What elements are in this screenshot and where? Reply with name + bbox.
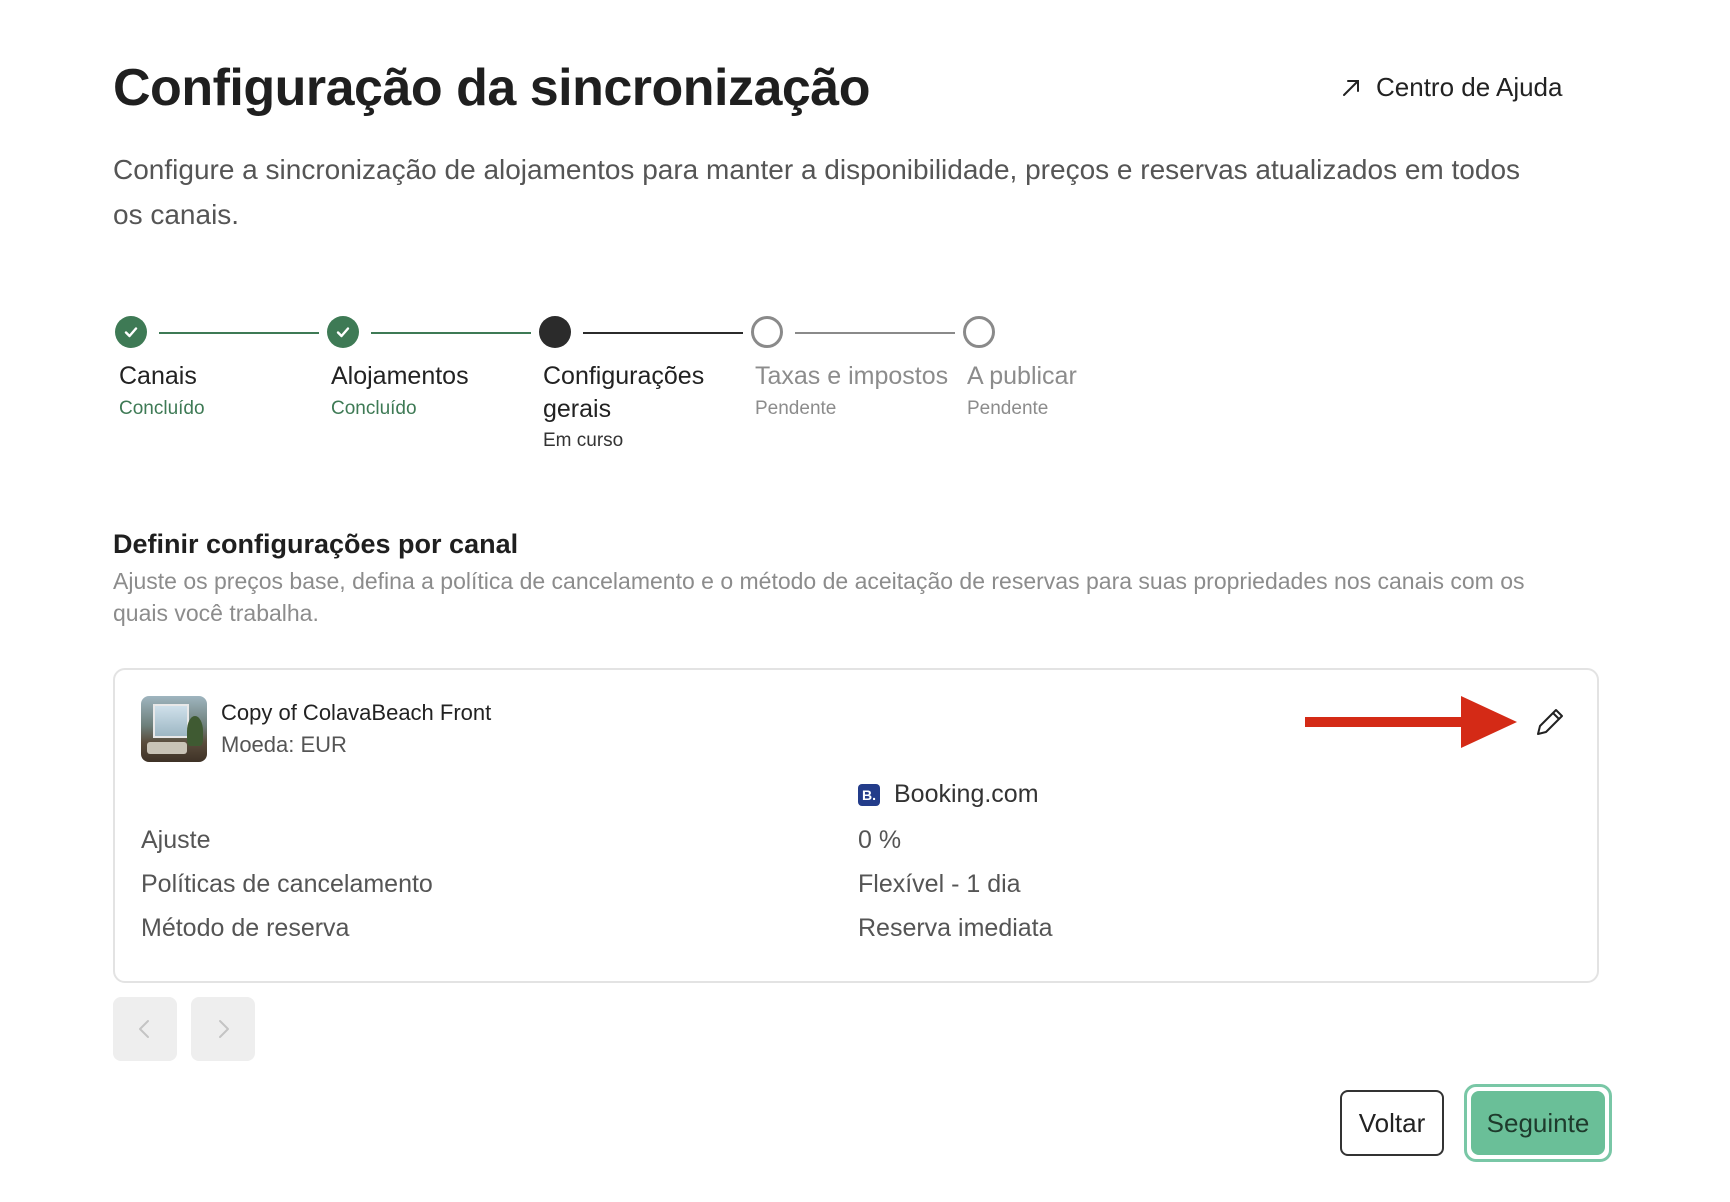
step-status: Em curso bbox=[543, 430, 624, 451]
next-button-focus-ring: Seguinte bbox=[1464, 1084, 1612, 1162]
step-connector bbox=[159, 332, 319, 334]
property-name: Copy of ColavaBeach Front bbox=[221, 700, 492, 725]
step-label: Configurações gerais bbox=[543, 362, 705, 423]
section-title: Definir configurações por canal bbox=[113, 529, 519, 559]
step-connector bbox=[583, 332, 743, 334]
step-status: Concluído bbox=[119, 398, 205, 419]
step-status: Pendente bbox=[967, 398, 1049, 419]
chevron-left-icon bbox=[139, 1020, 149, 1038]
channel-header: B. Booking.com bbox=[858, 780, 1039, 809]
row-value-ajuste: 0 % bbox=[858, 826, 902, 854]
step-status: Pendente bbox=[755, 398, 837, 419]
help-center-link[interactable]: Centro de Ajuda bbox=[1340, 72, 1562, 103]
step-connector bbox=[795, 332, 955, 334]
channel-name: Booking.com bbox=[894, 780, 1039, 808]
check-icon bbox=[327, 316, 359, 348]
next-page-button[interactable] bbox=[191, 997, 255, 1061]
help-center-label: Centro de Ajuda bbox=[1376, 72, 1563, 102]
page-description: Configure a sincronização de alojamentos… bbox=[113, 154, 1521, 230]
step-status: Concluído bbox=[331, 398, 417, 419]
pencil-icon bbox=[1537, 709, 1563, 735]
step-label: Taxas e impostos bbox=[755, 362, 949, 390]
next-button[interactable]: Seguinte bbox=[1471, 1091, 1605, 1155]
back-button[interactable]: Voltar bbox=[1340, 1090, 1444, 1156]
property-thumbnail bbox=[141, 696, 207, 762]
step-connector bbox=[371, 332, 531, 334]
step-label: Canais bbox=[119, 362, 197, 390]
step-label: Alojamentos bbox=[331, 362, 469, 390]
external-link-icon bbox=[1343, 79, 1359, 96]
step-label: A publicar bbox=[967, 362, 1077, 390]
row-value-cancelamento: Flexível - 1 dia bbox=[858, 870, 1021, 898]
page-title: Configuração da sincronização bbox=[113, 59, 871, 117]
section-description: Ajuste os preços base, defina a política… bbox=[113, 568, 1525, 626]
pending-step-circle-icon bbox=[963, 316, 995, 348]
booking-logo-icon: B. bbox=[858, 783, 880, 806]
progress-stepper: Canais Concluído Alojamentos Concluído C… bbox=[113, 316, 1213, 456]
row-value-metodo: Reserva imediata bbox=[858, 914, 1053, 942]
current-step-dot-icon bbox=[539, 316, 571, 348]
row-label-ajuste: Ajuste bbox=[141, 826, 211, 854]
row-label-cancelamento: Políticas de cancelamento bbox=[141, 870, 433, 898]
annotation-arrow-icon bbox=[1305, 696, 1517, 748]
chevron-right-icon bbox=[219, 1020, 229, 1038]
property-settings-card: Copy of ColavaBeach Front Moeda: EUR B. … bbox=[113, 668, 1599, 983]
property-currency: Moeda: EUR bbox=[221, 732, 347, 757]
pending-step-circle-icon bbox=[751, 316, 783, 348]
edit-button[interactable] bbox=[1528, 700, 1572, 744]
previous-page-button[interactable] bbox=[113, 997, 177, 1061]
row-label-metodo: Método de reserva bbox=[141, 914, 350, 942]
check-icon bbox=[115, 316, 147, 348]
